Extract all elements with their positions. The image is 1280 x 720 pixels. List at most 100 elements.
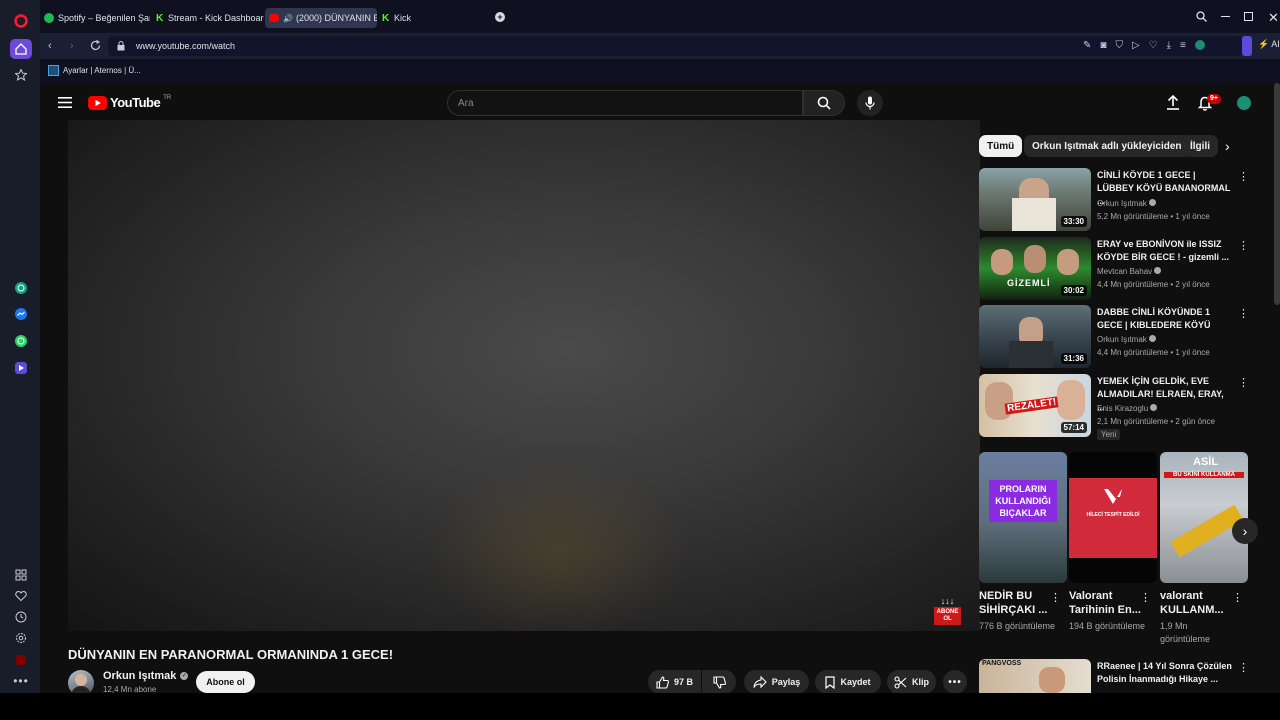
home-icon[interactable]	[10, 39, 32, 59]
tab-spotify[interactable]: Spotify – Beğenilen Şarkıla	[40, 8, 150, 28]
rec-menu-icon[interactable]: ⋮	[1238, 239, 1249, 252]
chip-uploader[interactable]: Orkun Işıtmak adlı yükleyiciden	[1024, 135, 1190, 157]
valorant-logo-icon	[1103, 488, 1123, 506]
minimize-button[interactable]	[1221, 16, 1230, 17]
channel-name[interactable]: Orkun Işıtmak ✓	[103, 670, 189, 682]
avatar[interactable]	[1237, 96, 1251, 110]
rec-thumbnail[interactable]: GİZEMLİ 30:02	[979, 237, 1091, 300]
player-icon[interactable]	[12, 359, 30, 377]
search-button[interactable]	[803, 90, 845, 116]
youtube-icon	[269, 14, 279, 22]
heart-icon[interactable]: ♡	[1149, 40, 1158, 51]
download-icon[interactable]: ⤓	[1167, 40, 1171, 51]
ublock-icon[interactable]	[12, 651, 30, 669]
profile-icon[interactable]	[1194, 40, 1205, 50]
short-title[interactable]: NEDİR BU SİHİRÇAKI ...	[979, 589, 1054, 617]
edit-icon[interactable]: ✎	[1083, 40, 1091, 51]
settings-icon[interactable]	[12, 629, 30, 647]
video-player[interactable]: ↓↓↓ ABONE OL	[68, 120, 980, 631]
dislike-button[interactable]	[702, 670, 736, 694]
rec-channel[interactable]: Orkun Işıtmak	[1097, 199, 1157, 208]
history-icon[interactable]	[12, 608, 30, 626]
chip-all[interactable]: Tümü	[979, 135, 1023, 157]
tab-kick[interactable]: K Kick	[378, 8, 438, 28]
url-field[interactable]: www.youtube.com/watch ✎ ◙ ⛉ ▷ ♡ ⤓ ≡	[108, 36, 1243, 56]
close-button[interactable]: ✕	[1268, 10, 1279, 26]
whatsapp-icon[interactable]	[12, 332, 30, 350]
youtube-logo-icon	[88, 95, 107, 110]
short-views: 1,9 Mn görüntüleme	[1160, 621, 1211, 644]
tab-label: Kick	[394, 13, 412, 23]
menu-icon[interactable]: ≡	[1180, 40, 1186, 51]
chip-related[interactable]: İlgili	[1182, 135, 1218, 157]
share-button[interactable]: Paylaş	[744, 670, 809, 694]
reload-icon[interactable]	[90, 40, 101, 51]
page-scrollbar[interactable]	[1274, 83, 1280, 305]
short-menu-icon[interactable]: ⋮	[1050, 591, 1061, 604]
rec-thumbnail[interactable]: REZALET! 57:14	[979, 374, 1091, 437]
rec-menu-icon[interactable]: ⋮	[1238, 307, 1249, 320]
tab-youtube[interactable]: 🔊 (2000) DÜNYANIN EN	[265, 8, 377, 28]
save-button[interactable]: Kaydet	[815, 670, 881, 694]
clip-button[interactable]: Klip	[887, 670, 936, 694]
rec-menu-icon[interactable]: ⋮	[1238, 661, 1249, 674]
forward-button[interactable]: ›	[70, 40, 74, 52]
shorts-next-button[interactable]: ›	[1232, 518, 1258, 544]
bookmark-aternos[interactable]: Ayarlar | Aternos | Ü...	[48, 65, 141, 76]
tab-label: Stream - Kick Dashboard	[168, 13, 264, 23]
rec-thumbnail[interactable]: 31:36	[979, 305, 1091, 368]
opera-logo-icon[interactable]	[12, 12, 30, 30]
rec-title[interactable]: DABBE CİNLİ KÖYÜNDE 1 GECE | KIBLEDERE K…	[1097, 306, 1232, 332]
play-icon[interactable]: ▷	[1132, 40, 1140, 51]
bottom-strip	[0, 693, 1280, 720]
short-menu-icon[interactable]: ⋮	[1140, 591, 1151, 604]
tab-kick-dashboard[interactable]: K Stream - Kick Dashboard	[152, 8, 264, 28]
aternos-icon	[48, 65, 59, 76]
workspaces-icon[interactable]	[12, 566, 30, 584]
camera-icon[interactable]: ◙	[1100, 40, 1106, 51]
guide-menu-icon[interactable]	[58, 97, 72, 108]
rec-thumbnail[interactable]: 33:30	[979, 168, 1091, 231]
rec-meta: 4,4 Mn görüntüleme • 1 yıl önce	[1097, 348, 1210, 357]
maximize-button[interactable]	[1244, 12, 1253, 21]
more-actions-button[interactable]: •••	[943, 670, 967, 694]
like-button[interactable]: 97 B	[648, 670, 701, 694]
youtube-page: YouTube TR Ara 9+ ↓↓↓ ABONE OL DÜNYANIN …	[40, 83, 1280, 696]
rec-title[interactable]: ERAY ve EBONİVON ile ISSIZ KÖYDE BİR GEC…	[1097, 238, 1232, 264]
rec-channel[interactable]: Enis Kirazoglu	[1097, 404, 1158, 413]
short-thumbnail[interactable]: HİLECİ TESPİT EDİLDİ	[1069, 452, 1157, 583]
star-icon[interactable]	[12, 66, 30, 84]
search-tabs-icon[interactable]	[1196, 11, 1207, 22]
new-tab-button[interactable]: +	[495, 12, 505, 22]
shield-icon[interactable]: ⛉	[1115, 40, 1123, 51]
rec-menu-icon[interactable]: ⋮	[1238, 376, 1249, 389]
rec-title[interactable]: RRaenee | 14 Yıl Sonra Çözülen Polisin İ…	[1097, 660, 1232, 686]
youtube-logo[interactable]: YouTube TR	[88, 95, 171, 110]
short-thumbnail[interactable]: PROLARIN KULLANDIĞI BIÇAKLAR	[979, 452, 1067, 583]
more-icon: •••	[948, 676, 962, 688]
subscribe-button[interactable]: Abone ol	[196, 671, 255, 693]
back-button[interactable]: ‹	[48, 40, 52, 52]
lock-icon	[117, 41, 125, 51]
voice-search-button[interactable]	[857, 90, 883, 116]
rec-menu-icon[interactable]: ⋮	[1238, 170, 1249, 183]
short-menu-icon[interactable]: ⋮	[1232, 591, 1243, 604]
subscribe-watermark[interactable]: ↓↓↓ ABONE OL	[934, 596, 961, 625]
search-input[interactable]: Ara	[447, 90, 803, 116]
short-thumbnail[interactable]: ASİL BU SKİNİ KULLANMA	[1160, 452, 1248, 583]
rec-thumbnail[interactable]: PANGVOSS	[979, 659, 1091, 693]
search-icon	[817, 96, 831, 110]
ai-button[interactable]: ⚡ AI	[1258, 39, 1280, 50]
heart-icon[interactable]	[12, 587, 30, 605]
rec-meta: 5,2 Mn görüntüleme • 1 yıl önce	[1097, 212, 1210, 221]
rec-channel[interactable]: Mevtcan Bahav	[1097, 267, 1162, 276]
chatgpt-icon[interactable]	[12, 279, 30, 297]
short-title[interactable]: Valorant Tarihinin En...	[1069, 589, 1144, 617]
short-title[interactable]: valorant KULLANM...	[1160, 589, 1235, 617]
arrows-icon: ↓↓↓	[940, 596, 955, 606]
messenger-icon[interactable]	[12, 305, 30, 323]
chevron-right-icon[interactable]: ›	[1225, 138, 1230, 154]
rec-channel[interactable]: Orkun Işıtmak	[1097, 335, 1157, 344]
more-icon[interactable]: •••	[12, 672, 30, 690]
upload-icon[interactable]	[1166, 95, 1180, 110]
